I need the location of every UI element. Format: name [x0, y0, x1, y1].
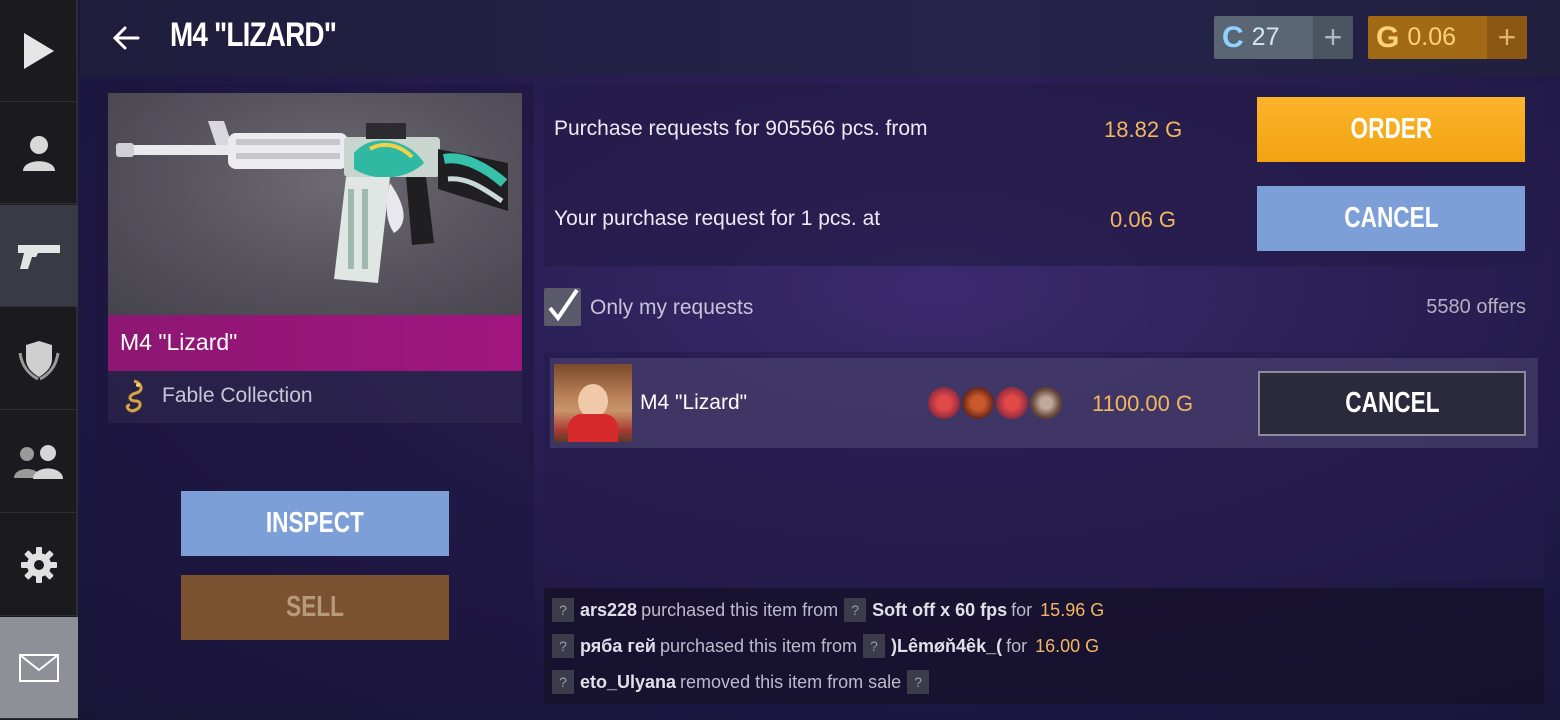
sidebar-item-clan[interactable]: [0, 308, 78, 410]
history-line: ? eto_Ulyana removed this item from sale…: [552, 668, 935, 696]
credit-icon: C: [1222, 20, 1244, 54]
gold-balance: G 0.06 +: [1368, 16, 1527, 59]
history-price: 16.00 G: [1035, 635, 1100, 656]
add-credits-button[interactable]: +: [1313, 16, 1353, 59]
history-price: 15.96 G: [1040, 599, 1105, 620]
buyer-unknown-badge: ?: [552, 598, 574, 622]
sidebar-item-play[interactable]: [0, 0, 78, 102]
cancel-listing-button[interactable]: CANCEL: [1258, 371, 1526, 436]
item-name: M4 "Lizard": [120, 329, 238, 355]
listings-panel: M4 "Lizard" 1100.00 G CANCEL: [544, 352, 1544, 580]
skull-sticker-icon: [1030, 387, 1062, 419]
inspect-button[interactable]: INSPECT: [181, 491, 449, 556]
history-line: ? ars228 purchased this item from ? Soft…: [552, 596, 1104, 624]
purchase-requests-text: Purchase requests for 905566 pcs. from: [554, 117, 928, 140]
history-for: for: [1006, 635, 1028, 656]
buyer-name[interactable]: ars228: [580, 600, 637, 621]
my-request-text: Your purchase request for 1 pcs. at: [554, 207, 881, 230]
clan-shield-icon: [18, 340, 60, 380]
order-button[interactable]: ORDER: [1257, 97, 1525, 162]
history-for: for: [1011, 599, 1033, 620]
red-wolf-sticker-icon: [928, 387, 960, 419]
offers-count: 5580 offers: [1426, 296, 1526, 318]
sell-button[interactable]: SELL: [181, 575, 449, 640]
credits-balance: C 27 +: [1214, 16, 1353, 59]
filter-row: Only my requests 5580 offers: [544, 286, 1544, 330]
sidebar: [0, 0, 78, 720]
table-row: M4 "Lizard" 1100.00 G CANCEL: [550, 358, 1538, 448]
history-line: ? ряба гей purchased this item from ? )L…: [552, 632, 1099, 660]
sidebar-item-inventory[interactable]: [0, 205, 78, 307]
item-panel: M4 "Lizard" Fable Collection INSPECT SEL…: [96, 84, 534, 704]
seller-name[interactable]: Soft off x 60 fps: [872, 600, 1007, 621]
dragon-collection-icon: [125, 379, 143, 413]
sidebar-item-mail[interactable]: [0, 617, 78, 719]
unknown-badge: ?: [907, 670, 930, 694]
buyer-name[interactable]: ряба гей: [580, 636, 656, 657]
user-name[interactable]: eto_Ulyana: [580, 672, 676, 693]
sidebar-item-profile[interactable]: [0, 102, 78, 204]
profile-icon: [23, 135, 55, 171]
seller-name[interactable]: )Lêmøň4êk_(: [891, 636, 1002, 657]
sticker-list: [928, 387, 1062, 419]
checkmark-icon: [548, 288, 579, 322]
gold-amount: 0.06: [1407, 23, 1457, 51]
sidebar-item-friends[interactable]: [0, 411, 78, 513]
red-wolf-sticker-icon: [996, 387, 1028, 419]
user-unknown-badge: ?: [552, 670, 574, 694]
collection-name: Fable Collection: [162, 384, 313, 407]
my-request-price: 0.06 G: [1110, 207, 1177, 232]
top-bar: M4 "LIZARD" C 27 + G 0.06 +: [80, 0, 1560, 76]
gold-icon: G: [1376, 20, 1400, 54]
page-title: M4 "LIZARD": [170, 16, 337, 54]
add-gold-button[interactable]: +: [1487, 16, 1527, 59]
credits-amount: 27: [1251, 23, 1280, 51]
seller-unknown-badge: ?: [863, 634, 886, 658]
history-action: purchased this item from: [641, 599, 839, 620]
rifle-icon: [116, 121, 508, 283]
only-my-requests-checkbox[interactable]: [544, 288, 581, 326]
sidebar-item-settings[interactable]: [0, 514, 78, 616]
only-my-requests-label[interactable]: Only my requests: [590, 296, 753, 320]
seller-unknown-badge: ?: [844, 598, 867, 622]
mail-icon: [19, 653, 59, 682]
avatar: [554, 364, 632, 442]
trade-history: ? ars228 purchased this item from ? Soft…: [544, 588, 1544, 704]
weapon-image: [108, 93, 522, 315]
collection-info: Fable Collection: [120, 378, 313, 414]
purchase-requests-panel: Purchase requests for 905566 pcs. from 1…: [544, 84, 1544, 266]
weapon-card: M4 "Lizard" Fable Collection: [108, 93, 522, 423]
play-icon: [24, 32, 54, 69]
history-action: removed this item from sale: [680, 671, 902, 692]
history-action: purchased this item from: [659, 635, 858, 656]
back-arrow-icon[interactable]: [108, 20, 144, 56]
buyer-unknown-badge: ?: [552, 634, 574, 658]
cancel-request-button[interactable]: CANCEL: [1257, 186, 1525, 251]
item-name-bar: M4 "Lizard": [108, 315, 522, 371]
friends-icon: [14, 444, 63, 479]
demon-mask-sticker-icon: [962, 387, 994, 419]
purchase-requests-price: 18.82 G: [1104, 117, 1183, 142]
gear-icon: [21, 546, 57, 583]
listing-item-name: M4 "Lizard": [640, 391, 748, 414]
listing-price: 1100.00 G: [1092, 391, 1194, 416]
pistol-icon: [18, 244, 60, 269]
